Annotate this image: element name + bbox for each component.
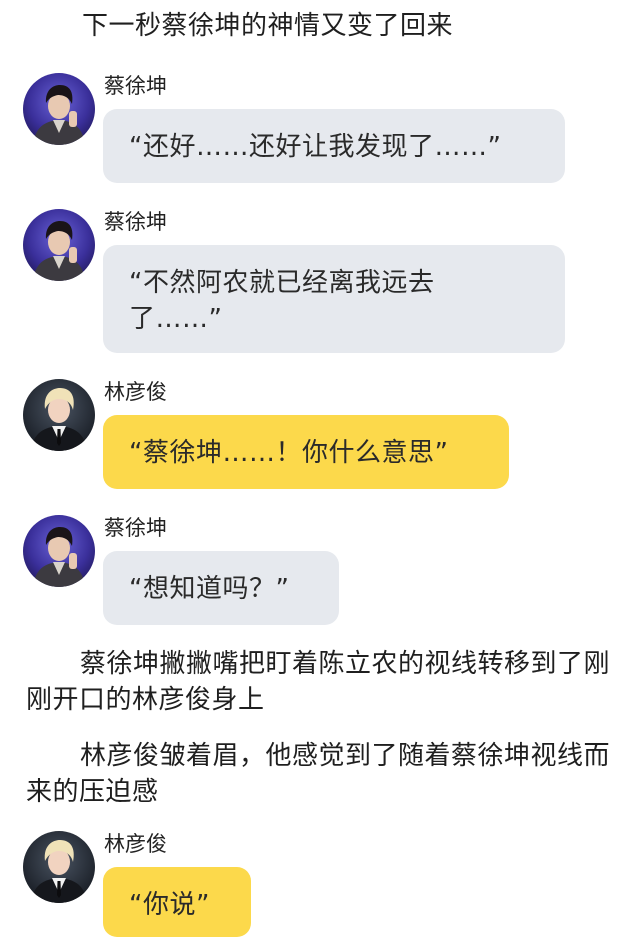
person-avatar-icon xyxy=(23,379,95,451)
sender-name: 林彦俊 xyxy=(104,832,167,856)
person-avatar-icon xyxy=(23,831,95,903)
avatar-lin-yanjun[interactable] xyxy=(23,379,95,451)
person-avatar-icon xyxy=(23,209,95,281)
person-avatar-icon xyxy=(23,73,95,145)
avatar-cai-xukun[interactable] xyxy=(23,515,95,587)
message-bubble[interactable]: “不然阿农就已经离我远去了……” xyxy=(103,245,565,353)
message-bubble[interactable]: “你说” xyxy=(103,867,251,937)
narration-text: 林彦俊皱着眉，他感觉到了随着蔡徐坤视线而来的压迫感 xyxy=(26,741,611,807)
narration-text: 下一秒蔡徐坤的神情又变了回来 xyxy=(82,11,454,41)
avatar-cai-xukun[interactable] xyxy=(23,209,95,281)
sender-name: 蔡徐坤 xyxy=(104,210,167,234)
sender-name: 蔡徐坤 xyxy=(104,74,167,98)
sender-name: 林彦俊 xyxy=(104,380,167,404)
message-bubble[interactable]: “蔡徐坤……！你什么意思” xyxy=(103,415,509,489)
avatar-cai-xukun[interactable] xyxy=(23,73,95,145)
person-avatar-icon xyxy=(23,515,95,587)
sender-name: 蔡徐坤 xyxy=(104,516,167,540)
avatar-lin-yanjun[interactable] xyxy=(23,831,95,903)
message-bubble[interactable]: “想知道吗？” xyxy=(103,551,339,625)
message-bubble[interactable]: “还好……还好让我发现了……” xyxy=(103,109,565,183)
narration-text: 蔡徐坤撇撇嘴把盯着陈立农的视线转移到了刚刚开口的林彦俊身上 xyxy=(26,649,611,715)
